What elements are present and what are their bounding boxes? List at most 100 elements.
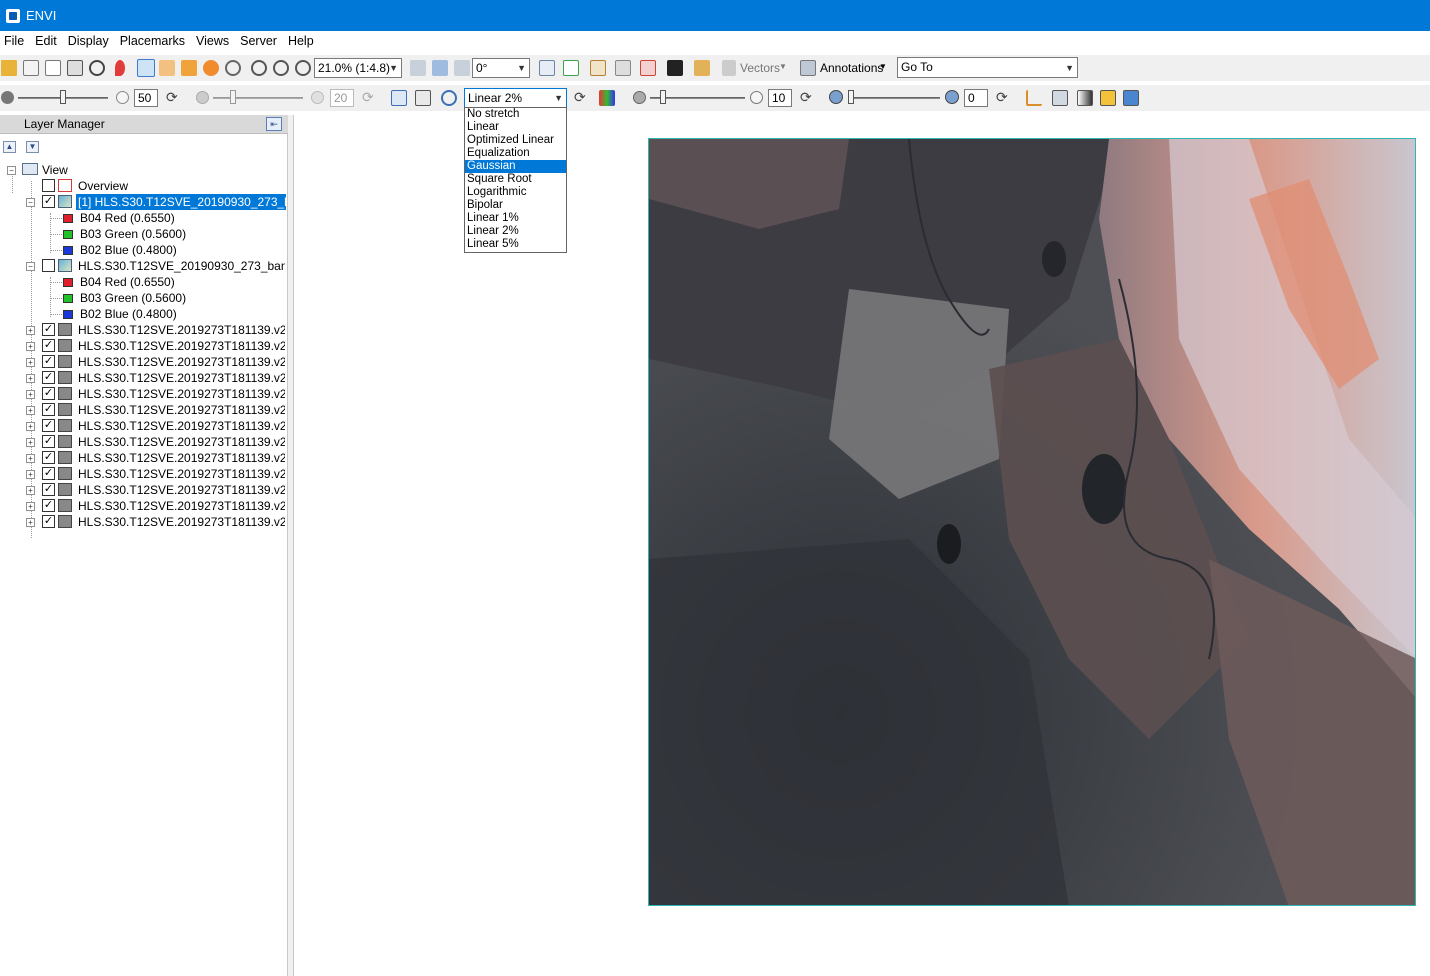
tree-layer-row[interactable]: + ✓ HLS.S30.T12SVE.2019273T181139.v2.0.B [0, 354, 286, 370]
stretch-option-no-stretch[interactable]: No stretch [465, 108, 566, 121]
tree-layer-row[interactable]: + ✓ HLS.S30.T12SVE.2019273T181139.v2.0.B [0, 386, 286, 402]
brightness-slider-thumb[interactable] [60, 90, 66, 104]
layer-checkbox[interactable]: ✓ [42, 451, 55, 464]
stretch-option-linear-2[interactable]: Linear 2% [465, 225, 566, 238]
layer-checkbox[interactable]: ✓ [42, 371, 55, 384]
layer-label[interactable]: HLS.S30.T12SVE.2019273T181139.v2.0.B [78, 450, 285, 466]
select-cursor-icon[interactable] [137, 59, 155, 77]
rotate-right-icon[interactable] [454, 60, 470, 76]
layer-label[interactable]: HLS.S30.T12SVE.2019273T181139.v2.0.B [78, 386, 285, 402]
portal-icon[interactable] [1077, 90, 1093, 106]
collapse-icon[interactable]: − [26, 198, 35, 207]
tree-layer-row[interactable]: + ✓ HLS.S30.T12SVE.2019273T181139.v2.0.B [0, 418, 286, 434]
reset-sharpen-icon[interactable]: ⟳ [800, 90, 816, 106]
rotation-combo[interactable]: 0° ▼ [472, 58, 530, 78]
menu-views[interactable]: Views [192, 34, 236, 48]
tree-layer-row[interactable]: + ✓ HLS.S30.T12SVE.2019273T181139.v2.0.B [0, 322, 286, 338]
tree-layer-row[interactable]: + ✓ HLS.S30.T12SVE.2019273T181139.v2.0.B [0, 370, 286, 386]
layer-label[interactable]: HLS.S30.T12SVE.2019273T181139.v2.0.B [78, 482, 285, 498]
tree-layer-row[interactable]: − HLS.S30.T12SVE_20190930_273_band_st [0, 258, 286, 274]
roi-icon[interactable] [640, 60, 656, 76]
zoom-in-icon[interactable] [251, 60, 267, 76]
expand-icon[interactable]: + [26, 502, 35, 511]
menu-file[interactable]: File [0, 34, 31, 48]
layer-label[interactable]: HLS.S30.T12SVE.2019273T181139.v2.0.B [78, 466, 285, 482]
fit-view-icon[interactable] [415, 90, 431, 106]
goto-combo[interactable]: Go To ▼ [897, 57, 1078, 78]
tree-layer-row[interactable]: + ✓ HLS.S30.T12SVE.2019273T181139.v2.0.B [0, 434, 286, 450]
tree-layer-row[interactable]: + ✓ HLS.S30.T12SVE.2019273T181139.v2.0.B [0, 402, 286, 418]
blend-icon[interactable] [1100, 90, 1116, 106]
pin-icon[interactable]: ⇤ [266, 117, 282, 131]
histogram-icon[interactable] [1026, 90, 1042, 106]
expand-all-icon[interactable]: ▼ [26, 141, 39, 153]
contrast-slider-thumb[interactable] [230, 90, 236, 104]
expand-icon[interactable]: + [26, 374, 35, 383]
layer-label[interactable]: HLS.S30.T12SVE.2019273T181139.v2.0.B [78, 514, 285, 530]
fly-icon[interactable] [181, 60, 197, 76]
selected-layer-label[interactable]: [1] HLS.S30.T12SVE_20190930_273_band [76, 194, 286, 210]
layer-label[interactable]: HLS.S30.T12SVE.2019273T181139.v2.0.B [78, 338, 285, 354]
tree-band-row[interactable]: B03 Green (0.5600) [0, 226, 280, 242]
expand-icon[interactable]: + [26, 390, 35, 399]
zoom-out-icon[interactable] [273, 60, 289, 76]
collapse-icon[interactable]: − [7, 166, 16, 175]
menu-display[interactable]: Display [64, 34, 116, 48]
brightness-input[interactable]: 50 [134, 89, 158, 107]
stretch-combo[interactable]: Linear 2% ▼ [464, 88, 567, 108]
tree-band-row[interactable]: B02 Blue (0.4800) [0, 242, 280, 258]
stretch-option-linear-1[interactable]: Linear 1% [465, 212, 566, 225]
swipe-icon[interactable] [1123, 90, 1139, 106]
transparency-slider-track[interactable] [848, 97, 940, 99]
expand-icon[interactable]: + [26, 406, 35, 415]
image-display[interactable] [648, 138, 1416, 906]
color-table-icon[interactable] [599, 90, 615, 106]
expand-icon[interactable]: + [26, 326, 35, 335]
expand-icon[interactable]: + [26, 470, 35, 479]
zoom-icon[interactable] [225, 60, 241, 76]
layer-checkbox[interactable]: ✓ [42, 483, 55, 496]
layer-label[interactable]: HLS.S30.T12SVE.2019273T181139.v2.0.B [78, 354, 285, 370]
stretch-option-square-root[interactable]: Square Root [465, 173, 566, 186]
layer-checkbox[interactable]: ✓ [42, 387, 55, 400]
expand-icon[interactable]: + [26, 454, 35, 463]
transparency-input[interactable]: 0 [964, 89, 988, 107]
zoom-full-icon[interactable] [295, 60, 311, 76]
zoom-combo[interactable]: 21.0% (1:4.8) ▼ [314, 58, 402, 78]
rotate-icon[interactable] [203, 60, 219, 76]
chip-display-icon[interactable] [67, 60, 83, 76]
vectors-label[interactable]: Vectors [740, 61, 780, 75]
stretch-option-bipolar[interactable]: Bipolar [465, 199, 566, 212]
layer-checkbox[interactable]: ✓ [42, 403, 55, 416]
expand-icon[interactable]: + [26, 438, 35, 447]
tree-layer-row[interactable]: + ✓ HLS.S30.T12SVE.2019273T181139.v2.0.B [0, 338, 286, 354]
rotate-left-icon[interactable] [432, 60, 448, 76]
menu-server[interactable]: Server [236, 34, 284, 48]
collapse-all-icon[interactable]: ▲ [3, 141, 16, 153]
rotate-north-icon[interactable] [410, 60, 426, 76]
contrast-input[interactable]: 20 [330, 89, 354, 107]
layer-checkbox[interactable]: ✓ [42, 499, 55, 512]
reset-brightness-icon[interactable]: ⟳ [166, 90, 182, 106]
annotations-label[interactable]: Annotations [820, 61, 883, 75]
tree-layer-row[interactable]: + ✓ HLS.S30.T12SVE.2019273T181139.v2.0.B [0, 514, 286, 530]
tree-layer-row[interactable]: + ✓ HLS.S30.T12SVE.2019273T181139.v2.0.B [0, 498, 286, 514]
vectors-icon[interactable] [722, 60, 736, 76]
tree-band-row[interactable]: B04 Red (0.6550) [0, 210, 280, 226]
overview-checkbox[interactable] [42, 179, 55, 192]
annotations-icon[interactable] [800, 60, 816, 76]
tree-band-row[interactable]: B02 Blue (0.4800) [0, 306, 280, 322]
layer-label[interactable]: HLS.S30.T12SVE.2019273T181139.v2.0.B [78, 322, 285, 338]
transparency-slider-thumb[interactable] [848, 90, 854, 104]
stretch-option-gaussian[interactable]: Gaussian [465, 160, 566, 173]
layer-checkbox[interactable]: ✓ [42, 323, 55, 336]
spectral-profile-icon[interactable] [563, 60, 579, 76]
layer-checkbox[interactable] [42, 259, 55, 272]
menu-edit[interactable]: Edit [31, 34, 64, 48]
panel-splitter[interactable] [288, 115, 294, 976]
stretch-option-logarithmic[interactable]: Logarithmic [465, 186, 566, 199]
contrast-slider-track[interactable] [213, 97, 303, 99]
expand-icon[interactable]: + [26, 358, 35, 367]
reset-contrast-icon[interactable]: ⟳ [362, 90, 378, 106]
full-extent-icon[interactable] [391, 90, 407, 106]
